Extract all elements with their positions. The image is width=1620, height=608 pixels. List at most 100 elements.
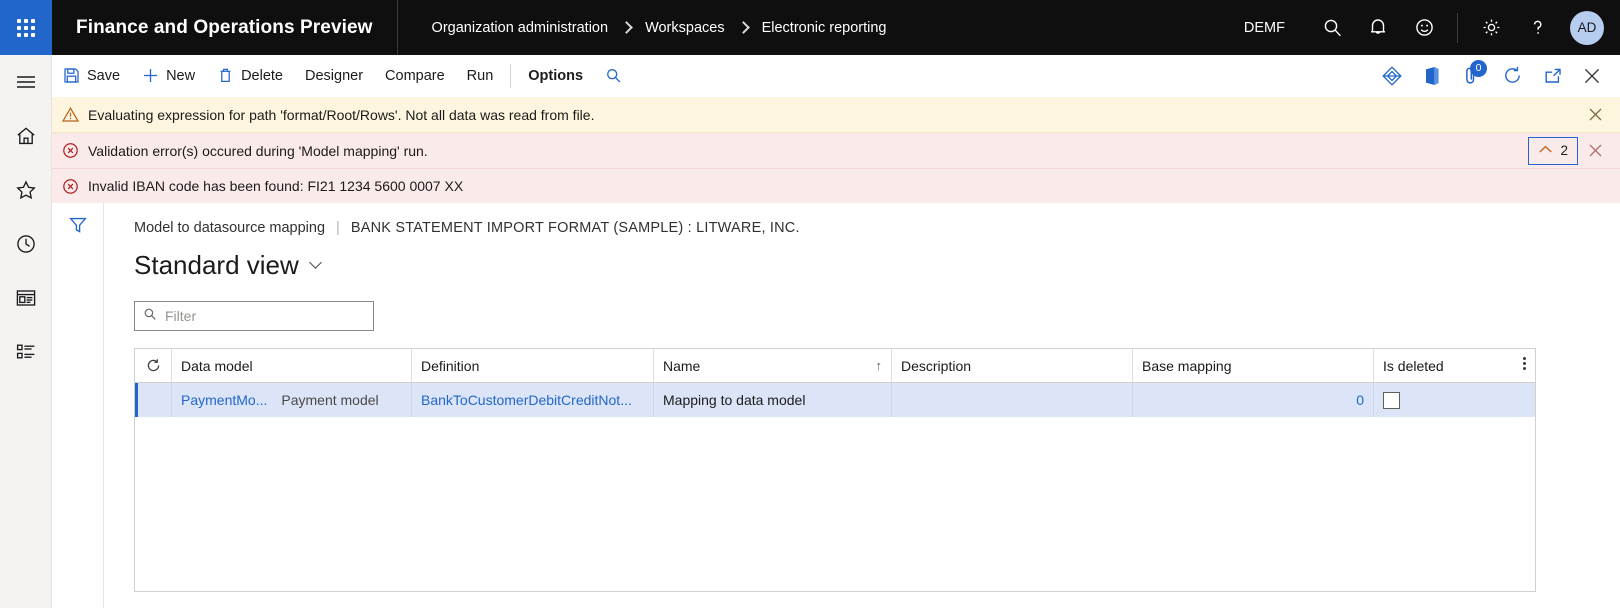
column-header-base-mapping[interactable]: Base mapping	[1133, 349, 1374, 382]
cell-definition[interactable]: BankToCustomerDebitCreditNot...	[412, 383, 654, 417]
error-message-text: Validation error(s) occured during 'Mode…	[88, 142, 428, 159]
toolbar-search-button[interactable]	[594, 55, 633, 97]
error-bar-actions: 2	[1528, 135, 1620, 167]
page-content: Model to datasource mapping | BANK STATE…	[52, 203, 1620, 608]
rail-spacer	[0, 267, 51, 275]
sidebar-item-modules[interactable]	[0, 329, 52, 375]
top-navigation-bar: Finance and Operations Preview Organizat…	[0, 0, 1620, 55]
help-question-icon[interactable]	[1514, 0, 1560, 55]
column-header-definition[interactable]: Definition	[412, 349, 654, 382]
grid-refresh-button[interactable]	[135, 349, 172, 382]
data-model-description: Payment model	[281, 392, 379, 408]
sidebar-item-workspaces[interactable]	[0, 275, 52, 321]
trash-icon	[217, 67, 234, 84]
close-icon[interactable]	[1578, 135, 1612, 167]
sidebar-item-favorites[interactable]	[0, 167, 52, 213]
close-icon[interactable]	[1572, 55, 1612, 97]
column-header-label: Is deleted	[1383, 357, 1444, 374]
breadcrumb: Organization administration Workspaces E…	[398, 0, 887, 55]
left-navigation-rail	[0, 55, 52, 608]
view-selector[interactable]: Standard view	[134, 247, 1620, 283]
refresh-circle-icon[interactable]	[1492, 55, 1532, 97]
column-header-is-deleted[interactable]: Is deleted	[1374, 349, 1535, 382]
diamond-attachments-icon[interactable]	[1372, 55, 1412, 97]
caption-secondary: BANK STATEMENT IMPORT FORMAT (SAMPLE) : …	[350, 220, 800, 236]
row-selection-marker[interactable]	[135, 383, 172, 417]
rail-spacer	[0, 105, 51, 113]
warning-message-text: Evaluating expression for path 'format/R…	[88, 106, 595, 123]
breadcrumb-item-electronic-reporting[interactable]: Electronic reporting	[762, 20, 887, 36]
avatar[interactable]: AD	[1570, 10, 1604, 45]
notifications-bell-icon[interactable]	[1355, 0, 1401, 55]
cell-description[interactable]	[892, 383, 1133, 417]
table-row[interactable]: PaymentMo... Payment model BankToCustome…	[135, 383, 1535, 417]
options-button-label: Options	[528, 67, 584, 84]
run-button-label: Run	[466, 67, 494, 84]
column-header-name[interactable]: Name ↑	[654, 349, 892, 382]
breadcrumb-item-organization-administration[interactable]: Organization administration	[432, 20, 609, 36]
attachments-icon[interactable]: 0	[1452, 55, 1492, 97]
toolbar-divider	[1457, 12, 1458, 43]
error-message-bar-detail: Invalid IBAN code has been found: FI21 1…	[52, 169, 1620, 203]
warning-message-bar: Evaluating expression for path 'format/R…	[52, 97, 1620, 133]
compare-button-label: Compare	[385, 67, 445, 84]
chevron-down-icon	[308, 256, 322, 269]
close-icon[interactable]	[1578, 99, 1612, 131]
new-button[interactable]: New	[131, 55, 206, 97]
compare-button[interactable]: Compare	[374, 55, 456, 97]
column-header-label: Name	[663, 357, 701, 374]
run-button[interactable]: Run	[456, 55, 505, 97]
cell-data-model[interactable]: PaymentMo... Payment model	[172, 383, 412, 417]
top-navigation-actions: DEMF AD	[1244, 0, 1620, 55]
search-icon	[143, 307, 157, 326]
save-button-label: Save	[87, 67, 121, 84]
error-circle-icon	[52, 178, 88, 195]
open-in-new-window-icon[interactable]	[1532, 55, 1572, 97]
collapse-messages-button[interactable]: 2	[1528, 136, 1578, 165]
cell-name[interactable]: Mapping to data model	[654, 383, 892, 417]
cell-base-mapping[interactable]: 0	[1133, 383, 1374, 417]
is-deleted-checkbox[interactable]	[1383, 391, 1400, 409]
rail-spacer	[0, 213, 51, 221]
data-model-link[interactable]: PaymentMo...	[181, 392, 267, 408]
rail-spacer	[0, 159, 51, 167]
company-selector[interactable]: DEMF	[1244, 20, 1285, 36]
office-app-icon[interactable]	[1412, 55, 1452, 97]
delete-button-label: Delete	[241, 67, 283, 84]
more-options-icon[interactable]	[1523, 357, 1526, 370]
options-button[interactable]: Options	[517, 55, 594, 97]
filter-input[interactable]	[165, 308, 365, 324]
sidebar-item-recent[interactable]	[0, 221, 52, 267]
sidebar-item-home[interactable]	[0, 113, 52, 159]
search-icon[interactable]	[1309, 0, 1355, 55]
app-launcher-button[interactable]	[0, 0, 52, 55]
search-icon	[605, 67, 622, 84]
breadcrumb-chevron-icon	[620, 21, 633, 34]
delete-button[interactable]: Delete	[206, 55, 294, 97]
warning-bar-actions	[1578, 99, 1620, 131]
base-mapping-value: 0	[1356, 392, 1364, 408]
hamburger-menu-icon[interactable]	[0, 59, 52, 105]
definition-link[interactable]: BankToCustomerDebitCreditNot...	[421, 392, 632, 408]
quick-filter[interactable]	[134, 301, 374, 331]
save-button[interactable]: Save	[52, 55, 131, 97]
collapse-count: 2	[1560, 143, 1568, 158]
app-title: Finance and Operations Preview	[52, 0, 398, 55]
chevron-up-icon	[1538, 143, 1553, 158]
feedback-smiley-icon[interactable]	[1401, 0, 1447, 55]
breadcrumb-item-workspaces[interactable]: Workspaces	[645, 20, 725, 36]
designer-button[interactable]: Designer	[294, 55, 374, 97]
column-header-description[interactable]: Description	[892, 349, 1133, 382]
page-title: Standard view	[134, 249, 299, 280]
error-circle-icon	[52, 142, 88, 159]
grid-header-row: Data model Definition Name ↑ Description…	[135, 348, 1535, 383]
main-region: Model to datasource mapping | BANK STATE…	[104, 203, 1620, 608]
settings-gear-icon[interactable]	[1468, 0, 1514, 55]
caption-primary: Model to datasource mapping	[134, 220, 326, 236]
new-button-label: New	[166, 67, 196, 84]
toolbar-divider	[510, 63, 512, 88]
funnel-filter-icon[interactable]	[52, 203, 104, 247]
action-pane-toolbar: Save New Delete Designer Compare Run Opt…	[52, 55, 1620, 97]
cell-is-deleted[interactable]	[1374, 383, 1535, 417]
column-header-data-model[interactable]: Data model	[172, 349, 412, 382]
